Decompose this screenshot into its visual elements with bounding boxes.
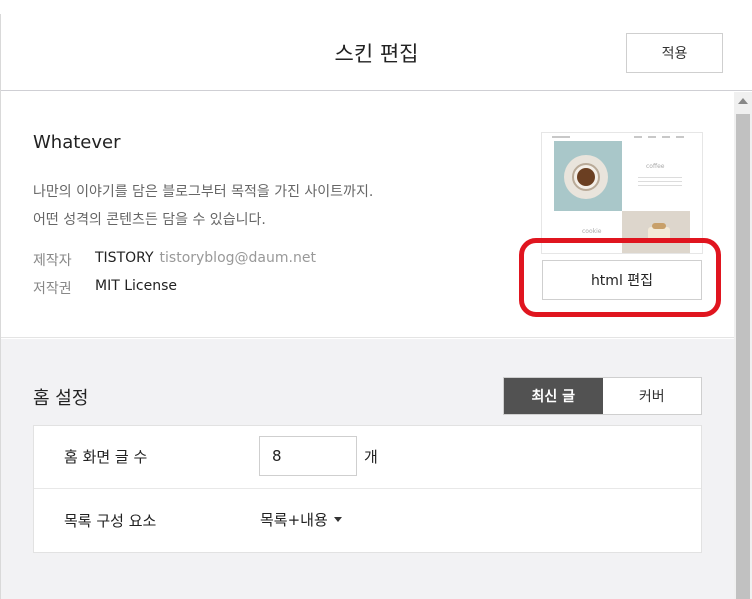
skin-info-section: Whatever 나만의 이야기를 담은 블로그부터 목적을 가진 사이트까지.… [1,92,734,338]
home-settings-title: 홈 설정 [33,388,89,409]
author-label: 제작자 [33,253,72,269]
home-options-card: 홈 화면 글 수 개 목록 구성 요소 목록+내용 [33,425,702,553]
home-type-toggle: 최신 글 커버 [503,377,702,415]
header: 스킨 편집 적용 [1,14,752,91]
apply-button[interactable]: 적용 [626,33,723,73]
author-name: TISTORY [95,250,154,266]
list-components-select[interactable]: 목록+내용 [260,509,342,530]
vertical-scrollbar[interactable] [734,92,752,599]
post-count-label: 홈 화면 글 수 [64,448,148,466]
tab-cover[interactable]: 커버 [602,378,701,414]
home-settings-section: 홈 설정 최신 글 커버 홈 화면 글 수 개 목록 구성 요소 목록+내용 [1,339,734,599]
coffee-image [554,141,622,211]
skin-description: 나만의 이야기를 담은 블로그부터 목적을 가진 사이트까지. 어떤 성격의 콘… [33,178,373,234]
tab-latest-posts[interactable]: 최신 글 [504,378,603,414]
skin-name: Whatever [33,132,121,153]
chevron-down-icon [333,517,342,522]
skin-edit-panel: 스킨 편집 적용 Whatever 나만의 이야기를 담은 블로그부터 목적을 … [0,14,752,599]
author-email: tistoryblog@daum.net [159,250,316,266]
post-count-row: 홈 화면 글 수 개 [34,426,701,489]
thumbnail-caption-coffee: coffee [646,163,665,170]
license-label: 저작권 [33,281,72,297]
skin-thumbnail: coffee cookie [541,132,703,254]
license-value: MIT License [95,278,177,294]
thumbnail-text-lines [638,177,682,189]
scroll-up-arrow-icon[interactable] [738,98,748,104]
list-components-row: 목록 구성 요소 목록+내용 [34,490,701,553]
author-row: 제작자 TISTORY tistoryblog@daum.net [33,250,316,270]
highlight-annotation [519,238,721,317]
thumbnail-caption-cookie: cookie [582,228,602,235]
license-row: 저작권 MIT License [33,278,177,298]
description-line-2: 어떤 성격의 콘텐츠든 담을 수 있습니다. [33,212,266,228]
post-count-input[interactable] [259,436,357,476]
thumbnail-nav-lines [542,133,702,141]
list-components-label: 목록 구성 요소 [64,512,157,530]
post-count-unit: 개 [364,448,378,466]
list-components-value: 목록+내용 [260,511,328,529]
scrollbar-thumb[interactable] [736,114,750,599]
description-line-1: 나만의 이야기를 담은 블로그부터 목적을 가진 사이트까지. [33,184,374,200]
